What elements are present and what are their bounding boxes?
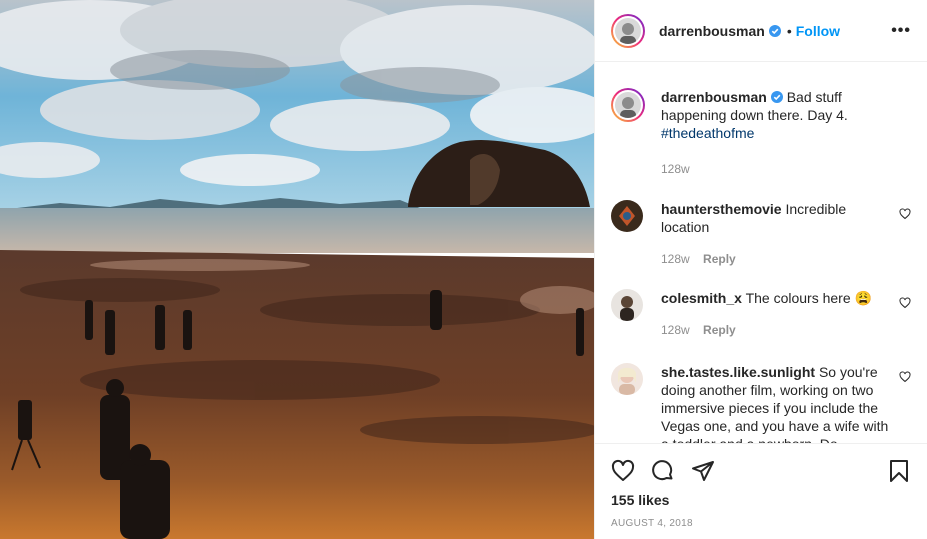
likes-count[interactable]: 155 likes [611, 492, 911, 508]
commenter-avatar[interactable] [611, 200, 643, 232]
post-date[interactable]: AUGUST 4, 2018 [611, 518, 911, 529]
commenter-avatar[interactable] [611, 363, 643, 395]
like-heart-icon[interactable] [611, 459, 635, 483]
like-comment-heart-icon[interactable] [899, 371, 911, 383]
caption-username[interactable]: darrenbousman [661, 89, 767, 105]
action-bar [611, 444, 911, 494]
caption-avatar[interactable] [611, 88, 645, 122]
comment-username[interactable]: she.tastes.like.sunlight [661, 364, 815, 380]
author-avatar[interactable] [611, 13, 645, 48]
post-photo[interactable] [0, 0, 594, 539]
comment-username[interactable]: colesmith_x [661, 290, 742, 306]
post-panel: darrenbousman • Follow ••• darrenbousman… [594, 0, 927, 539]
comment-timestamp[interactable]: 128w [661, 252, 690, 266]
share-paper-plane-icon[interactable] [691, 459, 715, 483]
verified-icon [770, 91, 783, 103]
header-separator: • [786, 22, 792, 39]
comment-item: she.tastes.like.sunlight So you're doing… [611, 363, 911, 443]
like-comment-heart-icon[interactable] [899, 208, 911, 220]
comment-text: The colours here 😩 [745, 290, 872, 306]
avatar-image [615, 92, 641, 118]
save-bookmark-icon[interactable] [887, 459, 911, 483]
post-caption: darrenbousman Bad stuff happening down t… [611, 88, 911, 178]
comments-list[interactable]: darrenbousman Bad stuff happening down t… [595, 62, 927, 443]
comment-bubble-icon[interactable] [651, 459, 675, 483]
commenter-avatar[interactable] [611, 289, 643, 321]
comment-item: colesmith_x The colours here 😩 128w Repl… [611, 289, 911, 339]
comment-username[interactable]: hauntersthemovie [661, 201, 782, 217]
caption-hashtag[interactable]: #thedeathofme [661, 125, 754, 141]
reply-button[interactable]: Reply [703, 252, 736, 266]
caption-timestamp[interactable]: 128w [661, 162, 690, 176]
post-header: darrenbousman • Follow ••• [595, 0, 927, 62]
author-username[interactable]: darrenbousman [659, 23, 765, 39]
comment-timestamp[interactable]: 128w [661, 323, 690, 337]
more-options-icon[interactable]: ••• [891, 22, 911, 40]
verified-icon [768, 24, 781, 37]
reply-button[interactable]: Reply [703, 323, 736, 337]
post-footer: 155 likes AUGUST 4, 2018 [595, 443, 927, 539]
comment-item: hauntersthemovie Incredible location 128… [611, 200, 911, 268]
follow-button[interactable]: Follow [796, 23, 840, 39]
like-comment-heart-icon[interactable] [899, 297, 911, 309]
avatar-image [615, 17, 641, 44]
